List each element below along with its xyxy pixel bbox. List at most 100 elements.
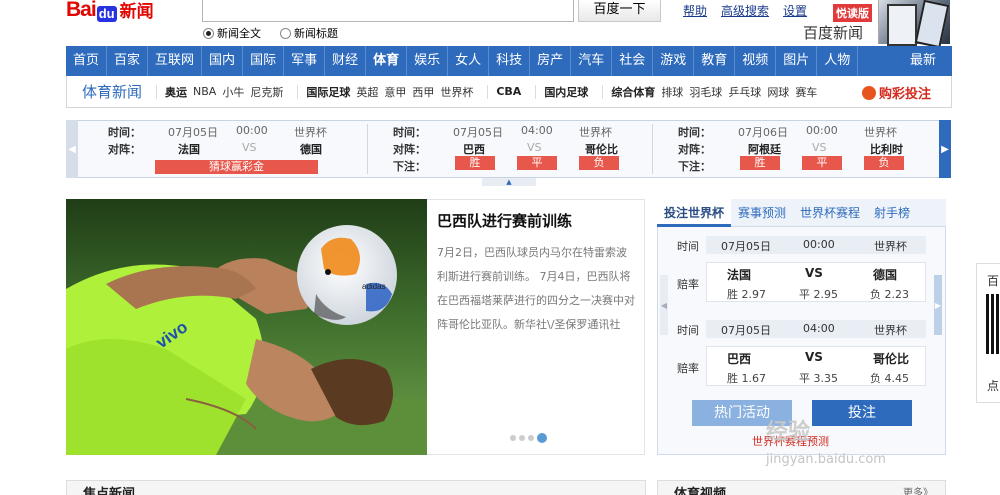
nav-item-18[interactable]: 人物	[817, 46, 859, 76]
odds-lose[interactable]: 负 4.45	[870, 370, 909, 386]
nav-item-0[interactable]: 首页	[66, 46, 108, 76]
nav-item-8[interactable]: 娱乐	[407, 46, 449, 76]
nav-item-14[interactable]: 游戏	[653, 46, 695, 76]
nav-item-12[interactable]: 汽车	[571, 46, 613, 76]
carousel-dot[interactable]	[510, 435, 516, 441]
subnav-link[interactable]: 排球	[661, 84, 683, 100]
tab-prediction[interactable]: 赛事预测	[731, 199, 793, 227]
nav-item-11[interactable]: 房产	[530, 46, 572, 76]
ticker-vs: VS	[812, 141, 827, 154]
watermark-text: 经验	[766, 420, 811, 445]
subnav-link[interactable]: 赛车	[795, 84, 817, 100]
subnav-link[interactable]: 小牛	[222, 84, 244, 100]
settings-link[interactable]: 设置	[783, 4, 807, 18]
search-input[interactable]	[202, 0, 574, 22]
subnav-category-link[interactable]: CBA	[496, 85, 521, 98]
panel-next-arrow-icon[interactable]: ▶	[934, 275, 942, 335]
help-link[interactable]: 帮助	[683, 4, 707, 18]
ticker-divider	[652, 124, 653, 174]
carousel-dots[interactable]	[510, 433, 550, 443]
qr-code-widget[interactable]: 百 点	[976, 263, 1000, 403]
nav-item-3[interactable]: 国内	[202, 46, 244, 76]
ticker-odds-button[interactable]: 负	[579, 156, 619, 170]
carousel-dot[interactable]	[519, 435, 525, 441]
panel-prev-arrow-icon[interactable]: ◀	[660, 275, 668, 335]
nav-item-13[interactable]: 社会	[612, 46, 654, 76]
subnav-category-link[interactable]: 综合体育	[611, 84, 655, 100]
more-link[interactable]: 更多》	[903, 484, 933, 495]
baidu-news-logo[interactable]: Bai du 新闻	[66, 0, 154, 22]
subnav-link[interactable]: 世界杯	[440, 84, 473, 100]
ticker-home-team[interactable]: 法国	[178, 141, 200, 157]
advanced-search-link[interactable]: 高级搜索	[721, 4, 769, 18]
ticker-odds-button[interactable]: 负	[864, 156, 904, 170]
mobile-phone-image[interactable]	[878, 0, 950, 46]
nav-item-15[interactable]: 教育	[694, 46, 736, 76]
nav-item-9[interactable]: 女人	[448, 46, 490, 76]
radio-title[interactable]: 新闻标题	[280, 25, 338, 41]
odds-draw[interactable]: 平 2.95	[799, 286, 838, 302]
featured-photo[interactable]: adidas vivo	[66, 199, 427, 455]
subnav-title[interactable]: 体育新闻	[82, 81, 142, 102]
carousel-dot-active[interactable]	[537, 433, 547, 443]
subnav-category-link[interactable]: 国际足球	[306, 84, 350, 100]
subnav-category-link[interactable]: 国内足球	[544, 84, 588, 100]
nav-item-4[interactable]: 国际	[243, 46, 285, 76]
sports-video-title[interactable]: 体育视频	[674, 483, 726, 495]
subnav-link[interactable]: 尼克斯	[250, 84, 283, 100]
odds-lose[interactable]: 负 2.23	[870, 286, 909, 302]
ticker-away-team[interactable]: 德国	[300, 141, 322, 157]
ticker-away-team[interactable]: 比利时	[870, 141, 903, 157]
home-team[interactable]: 巴西	[727, 350, 751, 367]
subnav-link[interactable]: NBA	[193, 85, 216, 98]
away-team[interactable]: 哥伦比	[873, 350, 909, 367]
ticker-home-team[interactable]: 阿根廷	[748, 141, 781, 157]
ticker-odds-button[interactable]: 胜	[740, 156, 780, 170]
tab-schedule[interactable]: 世界杯赛程	[793, 199, 867, 227]
home-team[interactable]: 法国	[727, 266, 751, 283]
ticker-vs: VS	[527, 141, 542, 154]
subnav-link[interactable]: 意甲	[384, 84, 406, 100]
ticker-collapse-toggle[interactable]: ▲	[482, 178, 536, 186]
nav-item-16[interactable]: 视频	[735, 46, 777, 76]
odds-win[interactable]: 胜 2.97	[727, 286, 766, 302]
subnav-category-link[interactable]: 奥运	[165, 84, 187, 100]
ticker-home-team[interactable]: 巴西	[463, 141, 485, 157]
tab-scorers[interactable]: 射手榜	[867, 199, 917, 227]
subnav-link[interactable]: 羽毛球	[689, 84, 722, 100]
ticker-odds-button[interactable]: 胜	[455, 156, 495, 170]
logo-du: du	[96, 6, 117, 22]
radio-fulltext[interactable]: 新闻全文	[203, 25, 261, 41]
nav-item-7[interactable]: 体育	[366, 46, 408, 76]
nav-item-6[interactable]: 财经	[325, 46, 367, 76]
ticker-prev-arrow-icon[interactable]: ◀	[66, 120, 78, 178]
odds-draw[interactable]: 平 3.35	[799, 370, 838, 386]
bet-button[interactable]: 投注	[812, 400, 912, 426]
nav-item-17[interactable]: 图片	[776, 46, 818, 76]
yuedu-badge[interactable]: 悦读版	[833, 4, 872, 22]
ticker-odds-button[interactable]: 平	[802, 156, 842, 170]
feature-title[interactable]: 巴西队进行赛前训练	[437, 210, 572, 231]
subnav-link[interactable]: 英超	[356, 84, 378, 100]
ticker-away-team[interactable]: 哥伦比	[585, 141, 618, 157]
nav-item-1[interactable]: 百家	[107, 46, 149, 76]
search-button[interactable]: 百度一下	[578, 0, 661, 22]
ticker-next-arrow-icon[interactable]: ▶	[939, 120, 951, 178]
away-team[interactable]: 德国	[873, 266, 897, 283]
goucai-link[interactable]: 购彩投注	[862, 83, 931, 102]
carousel-dot[interactable]	[528, 435, 534, 441]
subnav-link[interactable]: 乒乓球	[728, 84, 761, 100]
subnav-link[interactable]: 西甲	[412, 84, 434, 100]
odds-win[interactable]: 胜 1.67	[727, 370, 766, 386]
nav-item-10[interactable]: 科技	[489, 46, 531, 76]
ticker-odds-button[interactable]: 平	[517, 156, 557, 170]
subnav-link[interactable]: 网球	[767, 84, 789, 100]
nav-item-latest[interactable]: 最新	[903, 46, 952, 76]
nav-item-5[interactable]: 军事	[284, 46, 326, 76]
ticker-promo-bar[interactable]: 猜球赢彩金	[155, 160, 318, 174]
focus-news-title[interactable]: 焦点新闻	[83, 483, 135, 495]
tab-bet-worldcup[interactable]: 投注世界杯	[657, 199, 732, 227]
ticker-time: 04:00	[521, 124, 553, 137]
match-league: 世界杯	[874, 324, 907, 337]
nav-item-2[interactable]: 互联网	[148, 46, 203, 76]
